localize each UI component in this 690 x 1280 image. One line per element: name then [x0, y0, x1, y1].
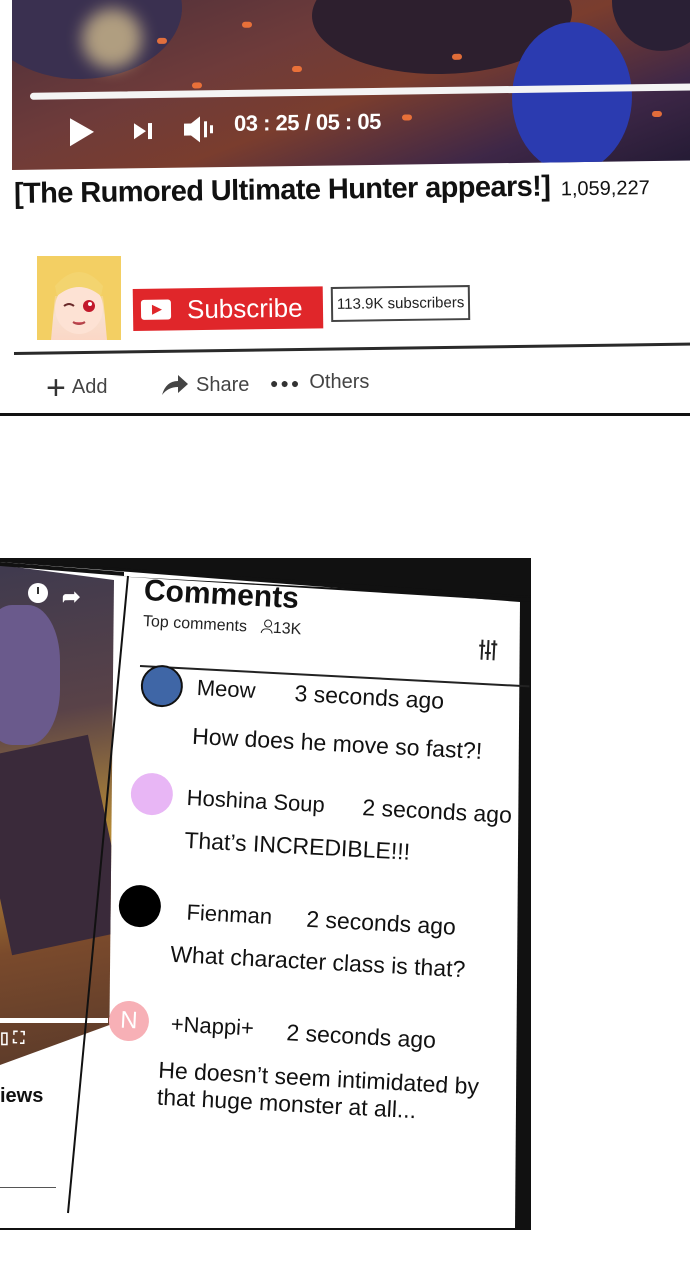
video-scene-character [512, 21, 632, 171]
commenter-avatar[interactable] [117, 884, 162, 929]
comment-item: Fienman 2 seconds ago What character cla… [114, 884, 519, 1015]
more-dots-icon: ●●● [270, 374, 302, 391]
share-arrow-icon [162, 375, 188, 395]
commenter-name[interactable]: Hoshina Soup [186, 785, 325, 818]
ember [192, 82, 202, 89]
commenter-avatar[interactable]: N [107, 1000, 150, 1043]
video-title-row: [The Rumored Ultimate Hunter appears!] 1… [14, 169, 690, 211]
others-label: Others [309, 371, 370, 393]
video-title: [The Rumored Ultimate Hunter appears!] [13, 170, 551, 210]
filter-icon[interactable] [477, 637, 498, 662]
comment-time: 3 seconds ago [294, 680, 445, 714]
next-icon[interactable] [134, 120, 154, 142]
play-icon[interactable] [70, 117, 94, 147]
person-icon [261, 619, 274, 634]
video-frame[interactable]: 03 : 25 / 05 : 05 [12, 0, 690, 171]
add-button[interactable]: + Add [46, 368, 108, 407]
comment-time: 2 seconds ago [361, 794, 513, 828]
comment-text: That’s INCREDIBLE!!! [183, 826, 411, 865]
comment-item: N +Nappi+ 2 seconds ago He doesn’t seem … [103, 1000, 520, 1161]
volume-icon[interactable] [184, 115, 216, 143]
share-button[interactable]: Share [160, 373, 249, 397]
ember [452, 53, 462, 60]
divider [13, 342, 690, 355]
share-label: Share [196, 373, 250, 396]
commenter-avatar[interactable] [139, 664, 184, 709]
comment-count: 13K [272, 619, 302, 639]
channel-avatar[interactable] [37, 256, 121, 340]
ember [652, 110, 662, 118]
comment-text: How does he move so fast?! [191, 722, 483, 764]
ember [292, 65, 302, 73]
subscribe-label: Subscribe [186, 292, 303, 324]
ember [242, 21, 252, 28]
time-display: 03 : 25 / 05 : 05 [234, 108, 381, 136]
commenter-name[interactable]: Fienman [186, 900, 273, 930]
comment-text: He doesn’t seem intimidated by that huge… [156, 1056, 480, 1124]
video-player-panel: 03 : 25 / 05 : 05 [The Rumored Ultimate … [0, 0, 690, 418]
plus-icon: + [46, 368, 66, 407]
comment-item: Hoshina Soup 2 seconds ago That’s INCRED… [126, 772, 521, 902]
video-scene-shape [612, 0, 690, 52]
comment-time: 2 seconds ago [285, 1019, 437, 1054]
comment-time: 2 seconds ago [305, 905, 457, 940]
subscriber-count: 113.9K subscribers [330, 285, 471, 322]
ember [402, 114, 412, 121]
commenter-name[interactable]: +Nappi+ [170, 1011, 254, 1041]
add-label: Add [71, 376, 108, 398]
channel-avatar-art [37, 256, 121, 340]
ember [157, 37, 167, 44]
others-button[interactable]: ●●● Others [270, 371, 369, 394]
commenter-name[interactable]: Meow [196, 675, 256, 704]
view-count: 1,059,227 [560, 177, 650, 201]
subscribe-button[interactable]: Subscribe [132, 286, 324, 331]
comment-text: What character class is that? [169, 940, 466, 983]
commenter-avatar[interactable] [129, 772, 174, 817]
panel-bottom-border [0, 413, 690, 416]
youtube-play-icon [140, 299, 172, 320]
